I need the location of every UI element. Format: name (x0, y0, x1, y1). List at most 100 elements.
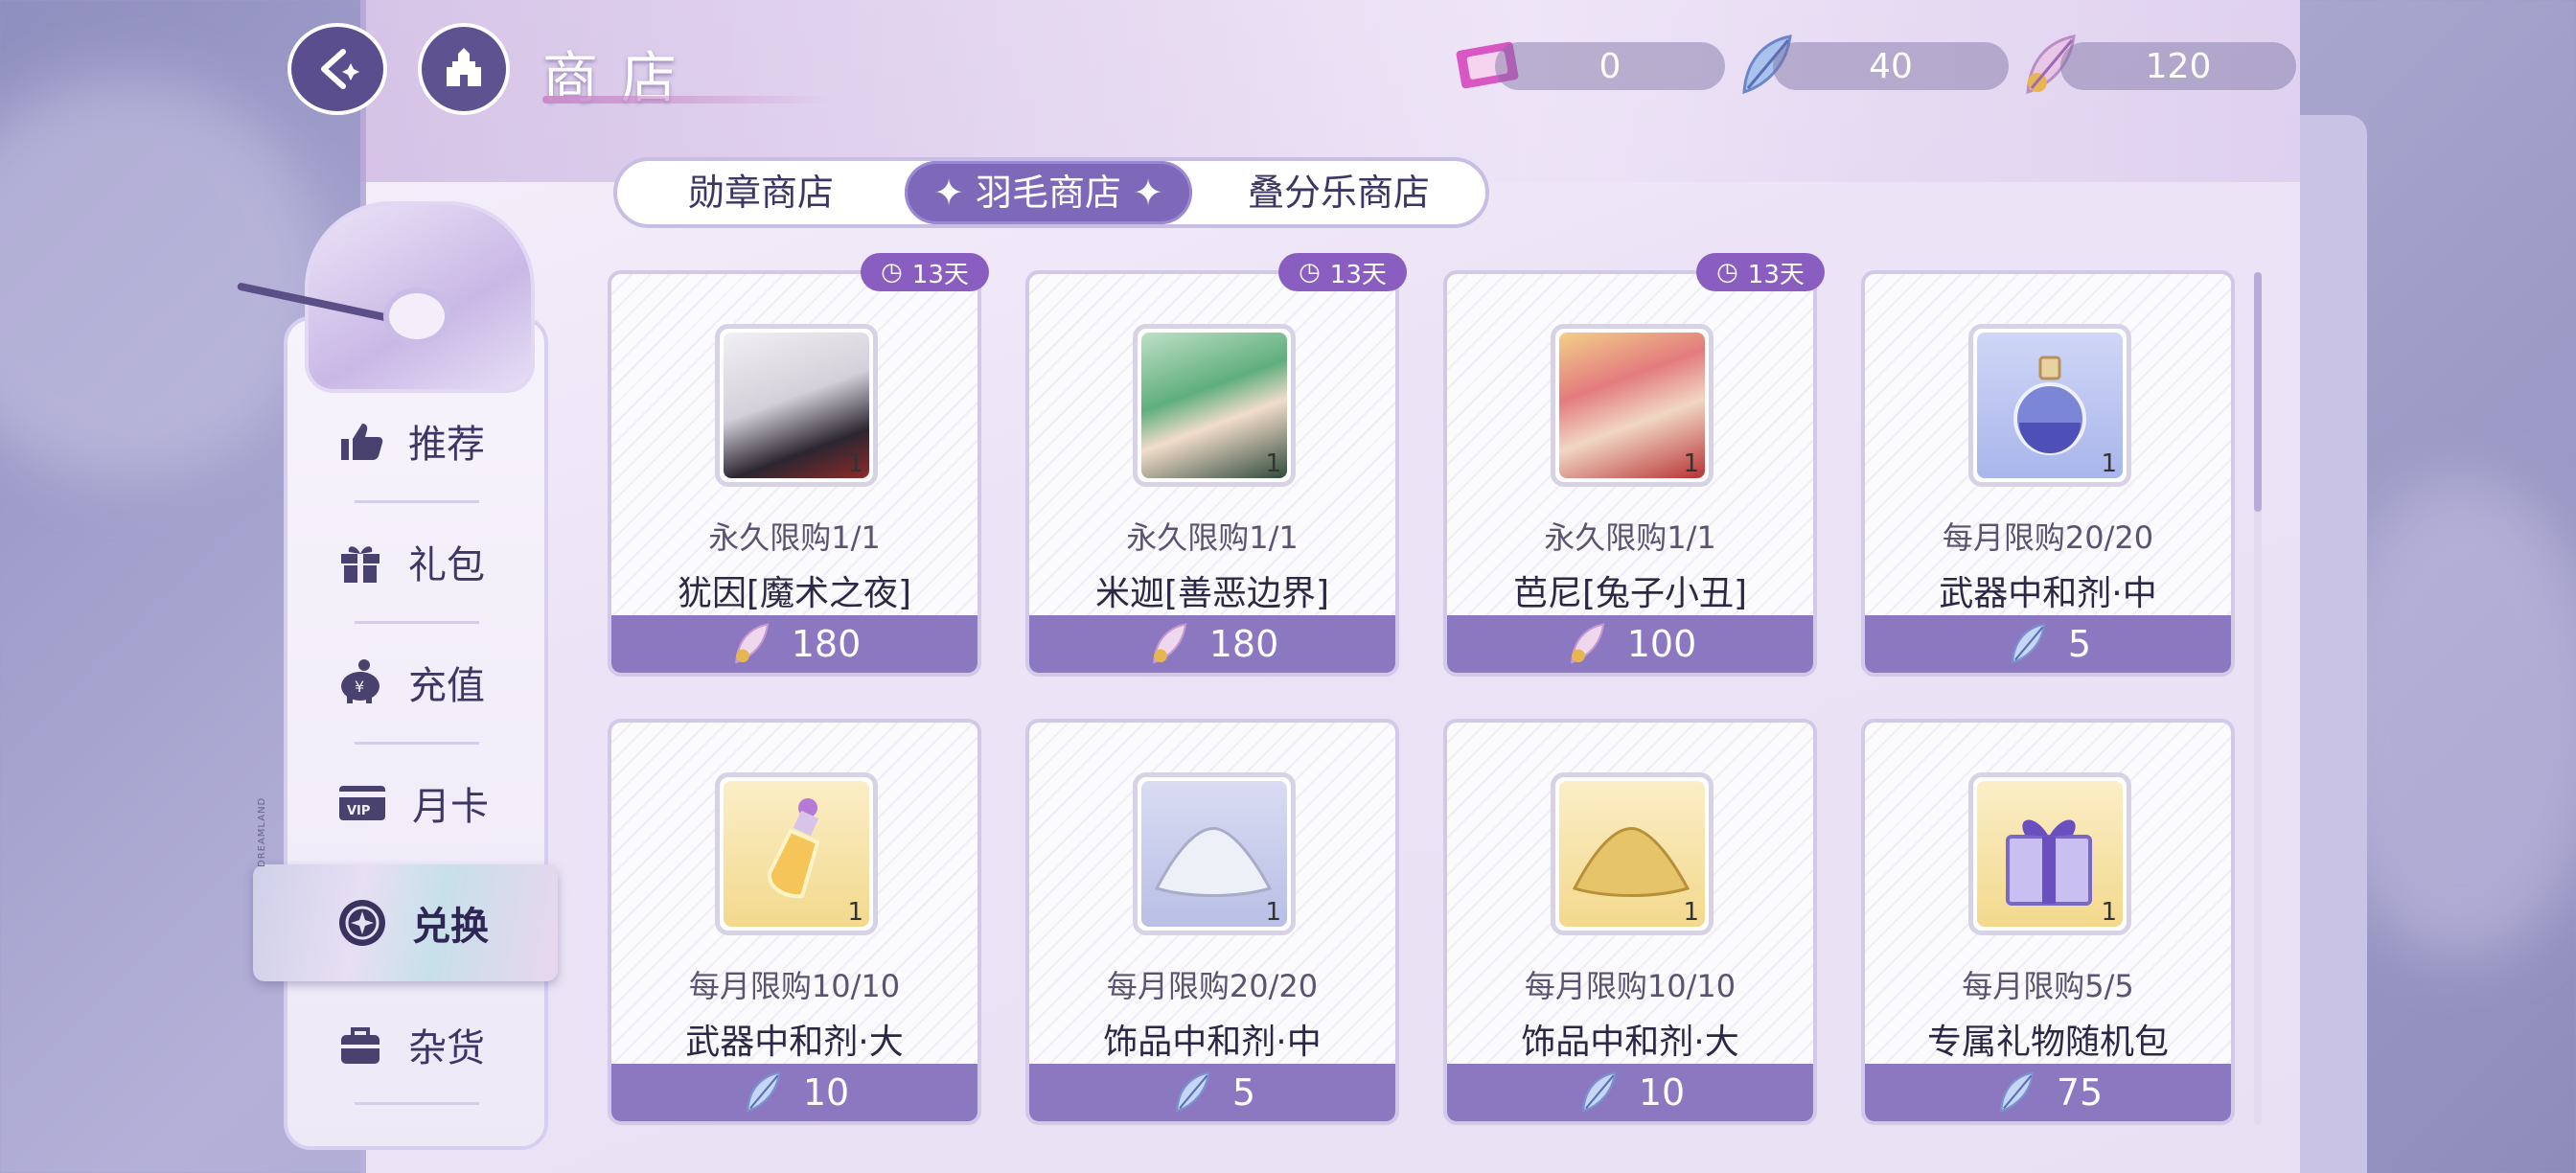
clock-icon: ◷ (881, 258, 903, 287)
piggy-bank-icon: ¥ (341, 659, 380, 703)
shop-item-card[interactable]: 1 每月限购10/10 武器中和剂·大 10 (608, 719, 981, 1125)
item-frame: 1 (715, 772, 878, 935)
item-name: 犹因[魔术之夜] (677, 574, 912, 613)
scrollbar[interactable] (2254, 272, 2262, 1125)
nav-label-gift-pack: 礼包 (408, 543, 485, 587)
nav-item-monthly-card[interactable]: VIP 月卡 (316, 755, 527, 851)
nav-label-exchange: 兑换 (412, 905, 489, 949)
svg-text:VIP: VIP (347, 804, 370, 818)
price-bar: 100 (1447, 615, 1813, 673)
tab-feather-shop[interactable]: ✦ 羽毛商店 ✦ (905, 161, 1192, 224)
currency-gold-feather-value: 120 (2145, 46, 2212, 86)
price-bar: 75 (1865, 1064, 2231, 1121)
nav-label-groceries: 杂货 (408, 1026, 485, 1070)
item-name: 武器中和剂·中 (1939, 574, 2157, 613)
nav-item-gift-pack[interactable]: 礼包 (316, 514, 527, 610)
blue-potion-icon (2013, 356, 2086, 455)
item-price: 10 (802, 1071, 850, 1114)
item-quantity: 1 (847, 898, 863, 927)
dreamland-side-text: DREAMLAND (257, 796, 267, 867)
purchase-limit: 每月限购5/5 (1962, 968, 2134, 1004)
purchase-limit: 永久限购1/1 (708, 519, 881, 556)
blue-feather-icon (746, 1071, 781, 1113)
item-frame: 1 (1551, 324, 1714, 487)
shop-item-card[interactable]: 1 永久限购1/1 芭尼[兔子小丑] 100 (1443, 270, 1817, 677)
item-price: 180 (791, 623, 862, 665)
item-frame: 1 (715, 324, 878, 487)
item-price: 100 (1626, 623, 1697, 665)
shop-item-card[interactable]: 1 每月限购5/5 专属礼物随机包 75 (1861, 719, 2235, 1125)
item-price: 10 (1638, 1071, 1686, 1114)
item-frame: 1 (1968, 324, 2131, 487)
nav-item-recommend[interactable]: 推荐 (316, 393, 527, 489)
item-quantity: 1 (1683, 449, 1699, 478)
blue-feather-icon (1581, 1071, 1617, 1113)
blue-feather-icon (2011, 623, 2046, 664)
item-frame: 1 (1968, 772, 2131, 935)
scrollbar-thumb[interactable] (2254, 272, 2262, 512)
item-name: 芭尼[兔子小丑] (1512, 574, 1748, 613)
item-name: 饰品中和剂·大 (1521, 1023, 1739, 1062)
item-name: 米迦[善恶边界] (1094, 574, 1330, 613)
currency-ticket: 0 (1495, 42, 1725, 90)
back-arrow-icon (321, 49, 359, 89)
gold-powder-icon (1572, 827, 1690, 897)
nav-label-monthly-card: 月卡 (412, 785, 489, 829)
vip-card-icon: VIP (339, 786, 385, 820)
price-bar: 5 (1865, 615, 2231, 673)
item-price: 5 (2067, 623, 2092, 665)
price-bar: 10 (611, 1064, 978, 1121)
item-quantity: 1 (847, 449, 863, 478)
purchase-limit: 每月限购20/20 (1106, 968, 1319, 1004)
gold-potion-icon (767, 798, 820, 899)
shop-tabs: 勋章商店 ✦ 羽毛商店 ✦ 叠分乐商店 (613, 157, 1489, 228)
item-frame: 1 (1551, 772, 1714, 935)
price-bar: 5 (1029, 1064, 1395, 1121)
back-button[interactable] (288, 23, 387, 115)
item-quantity: 1 (1265, 449, 1281, 478)
shop-item-card[interactable]: 1 每月限购20/20 饰品中和剂·中 5 (1025, 719, 1399, 1125)
item-name: 饰品中和剂·中 (1103, 1023, 1322, 1062)
nav-label-recharge: 充值 (408, 664, 485, 708)
gold-feather-icon (1152, 623, 1186, 664)
item-frame: 1 (1133, 772, 1296, 935)
castle-icon (447, 48, 481, 86)
time-limit-badge: ◷ 13天 (1278, 253, 1407, 291)
badge-text: 13天 (1747, 260, 1805, 289)
tab-medal-shop[interactable]: 勋章商店 (617, 161, 905, 224)
home-button[interactable] (418, 23, 510, 115)
background-glow (0, 77, 326, 479)
item-price: 5 (1231, 1071, 1256, 1114)
clock-icon: ◷ (1716, 258, 1738, 287)
panel-edge (2300, 115, 2367, 1173)
shop-item-card[interactable]: 1 永久限购1/1 米迦[善恶边界] 180 (1025, 270, 1399, 677)
nav-item-recharge[interactable]: ¥ 充值 (316, 634, 527, 730)
item-name: 武器中和剂·大 (685, 1023, 904, 1062)
silver-powder-icon (1154, 827, 1273, 897)
shop-item-card[interactable]: 1 每月限购10/10 饰品中和剂·大 10 (1443, 719, 1817, 1125)
purchase-limit: 每月限购10/10 (688, 968, 901, 1004)
badge-text: 13天 (911, 260, 969, 289)
item-frame: 1 (1133, 324, 1296, 487)
badge-text: 13天 (1329, 260, 1387, 289)
sparkle-icon: ✦ (1121, 172, 1163, 214)
item-quantity: 1 (2101, 449, 2117, 478)
currency-ticket-value: 0 (1598, 46, 1622, 86)
title-decoration (542, 96, 830, 104)
item-quantity: 1 (2101, 898, 2117, 927)
tab-stack-shop[interactable]: 叠分乐商店 (1192, 161, 1485, 224)
item-name: 专属礼物随机包 (1926, 1023, 2169, 1062)
nav-item-exchange[interactable]: 兑换 (253, 864, 558, 981)
price-bar: 180 (611, 615, 978, 673)
blue-feather-icon (1175, 1071, 1210, 1113)
time-limit-badge: ◷ 13天 (861, 253, 989, 291)
shop-item-card[interactable]: 1 每月限购20/20 武器中和剂·中 5 (1861, 270, 2235, 677)
item-quantity: 1 (1683, 898, 1699, 927)
blue-feather-icon (1999, 1071, 2035, 1113)
currency-blue-feather-value: 40 (1869, 46, 1913, 86)
nav-item-groceries[interactable]: 杂货 (316, 997, 527, 1092)
item-price: 180 (1208, 623, 1279, 665)
shop-item-card[interactable]: 1 永久限购1/1 犹因[魔术之夜] 180 (608, 270, 981, 677)
bag-icon (341, 1027, 380, 1064)
clock-icon: ◷ (1299, 258, 1321, 287)
